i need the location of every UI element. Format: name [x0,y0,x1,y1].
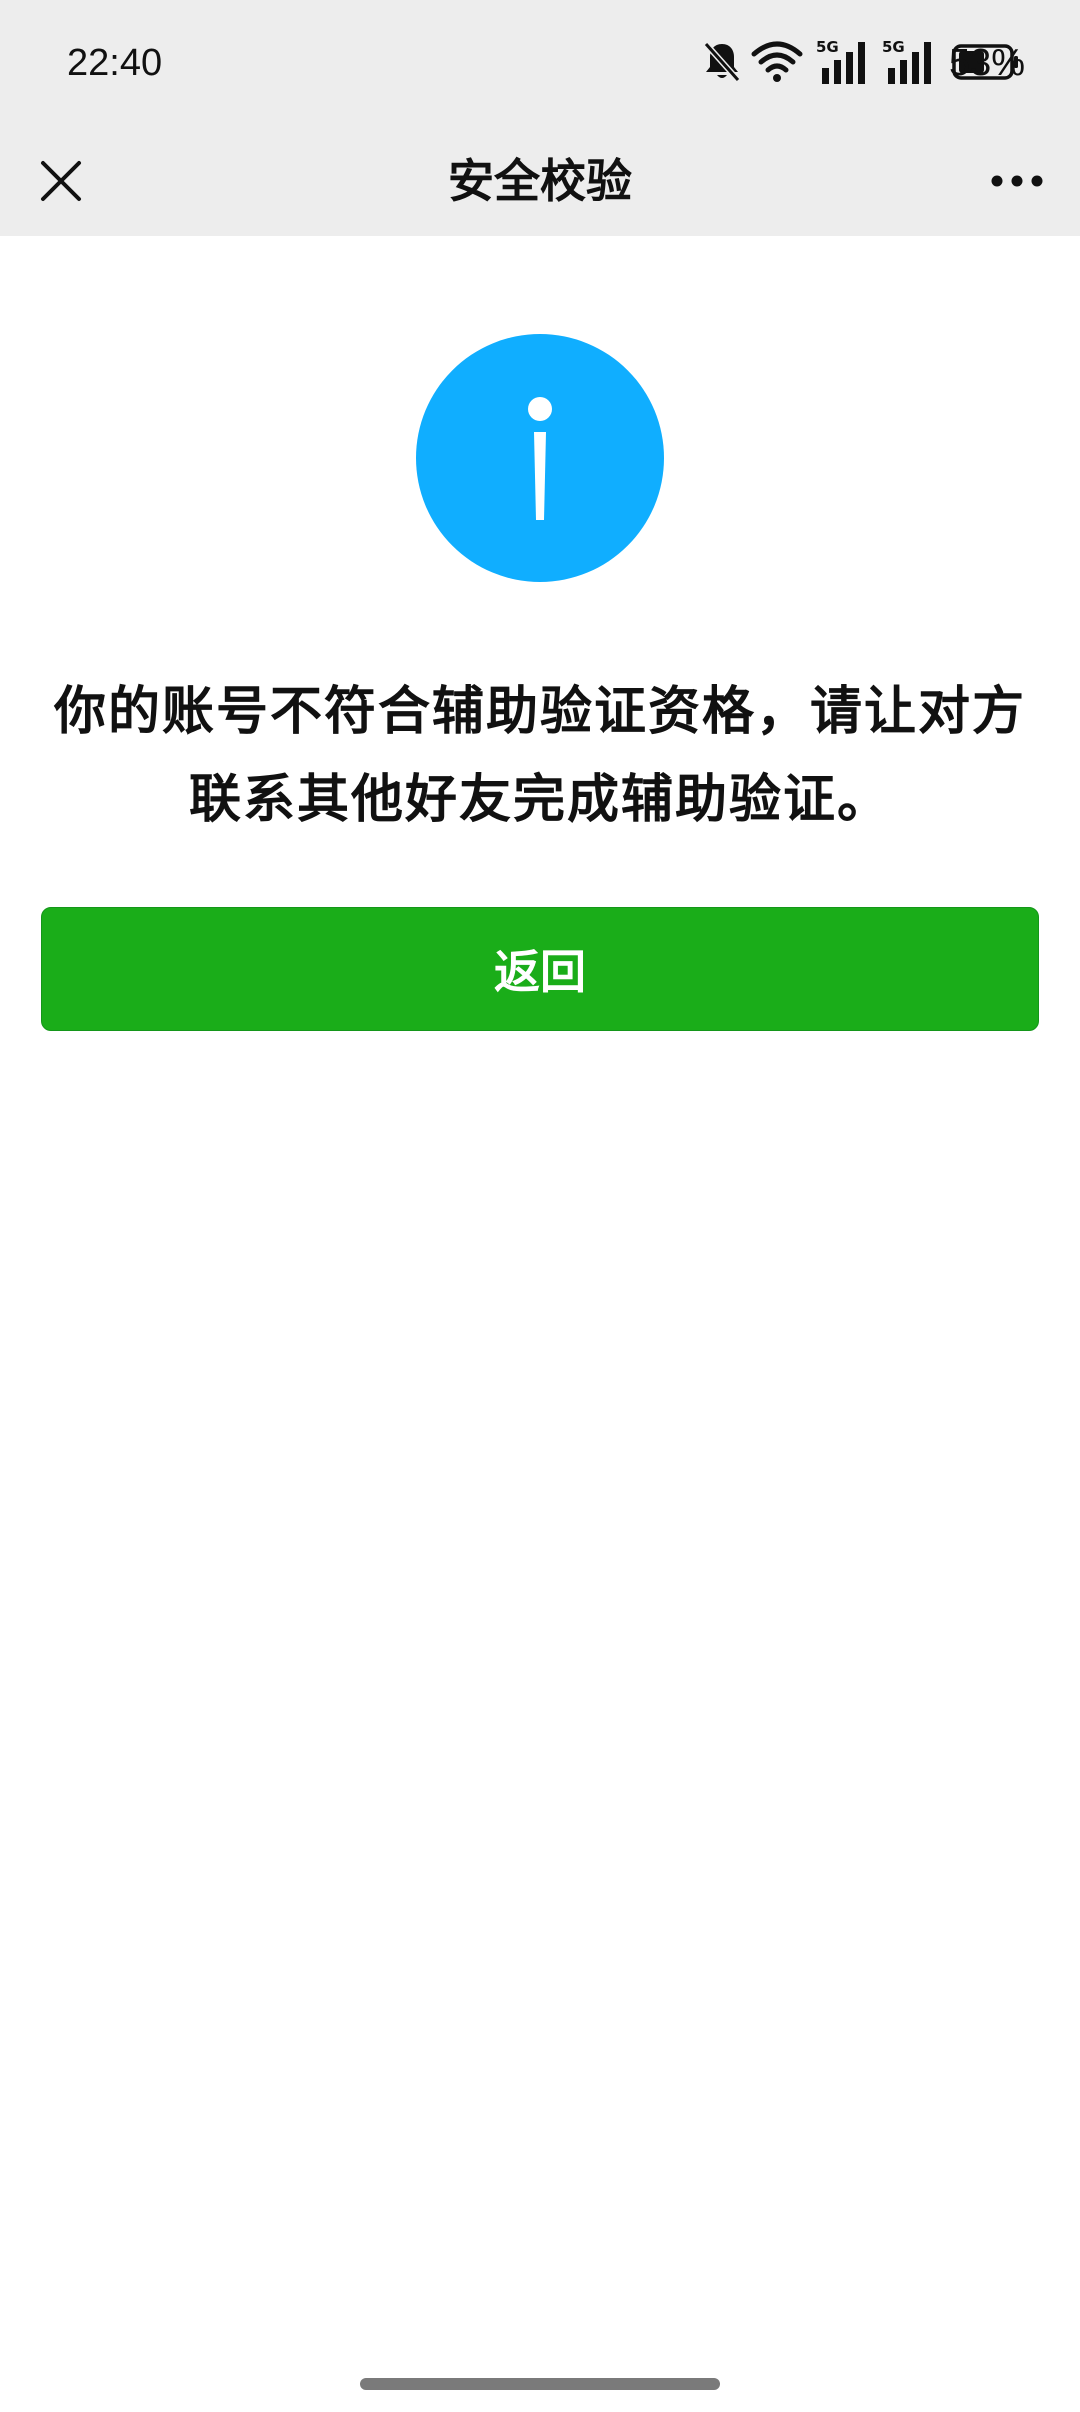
status-time: 22:40 [67,42,163,84]
svg-text:5G: 5G [882,38,905,56]
bell-muted-icon [703,42,741,82]
page-title: 安全校验 [448,154,632,208]
nav-bar: 安全校验 [0,126,1080,236]
battery-percent: 53% [948,42,1025,84]
signal-5g-icon: 5G [882,38,931,84]
more-button[interactable] [984,150,1050,212]
more-icon [991,175,1043,187]
status-icons: 5G 5G 53% [600,30,1080,96]
message-text: 你的账号不符合辅助验证资格，请让对方联系其他好友完成辅助验证。 [53,682,1026,830]
info-icon [416,334,664,582]
wifi-icon [751,41,803,82]
back-button[interactable]: 返回 [41,907,1039,1031]
status-bar: 22:40 5G 5G 53% [0,0,1080,126]
signal-5g-icon: 5G [816,38,865,84]
home-indicator[interactable] [360,2378,720,2390]
svg-text:5G: 5G [816,38,839,56]
